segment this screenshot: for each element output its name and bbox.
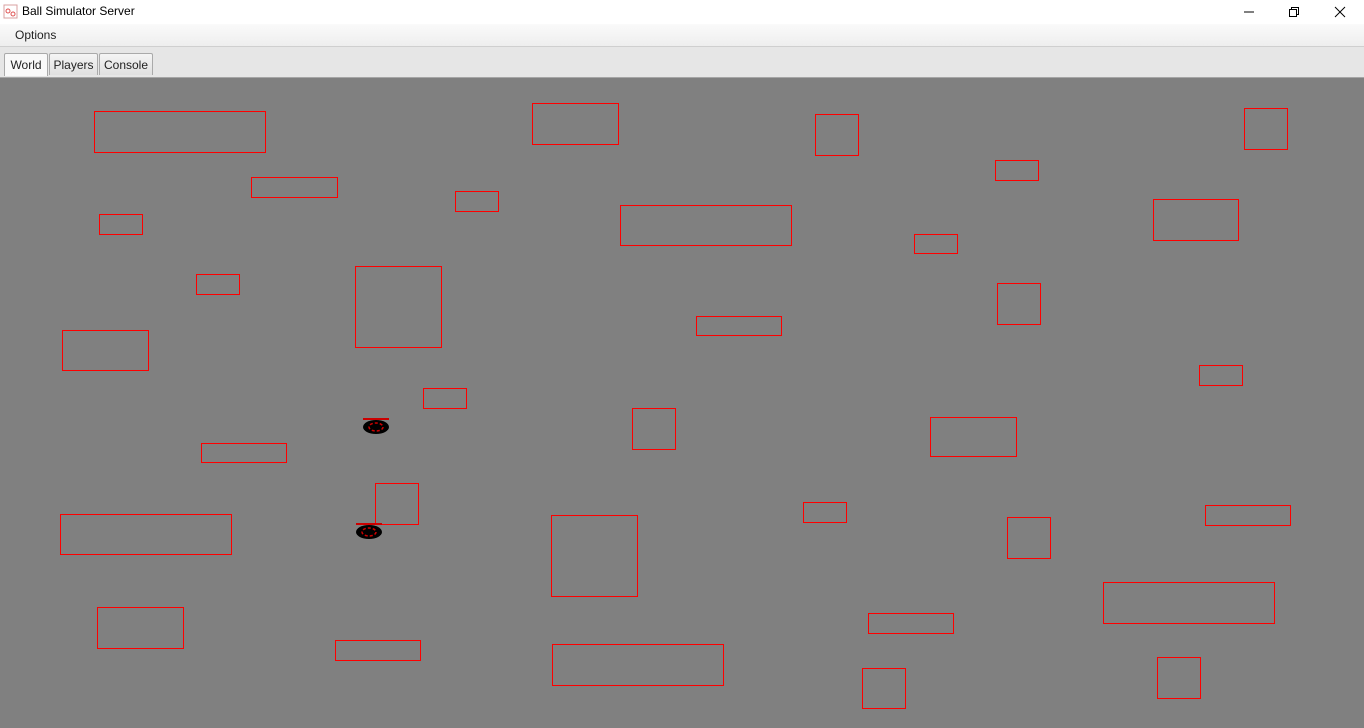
obstacle-rect [1157, 657, 1201, 699]
obstacle-rect [862, 668, 906, 709]
obstacle-rect [1103, 582, 1275, 624]
window-title: Ball Simulator Server [22, 4, 135, 18]
obstacle-rect [632, 408, 676, 450]
obstacle-rect [97, 607, 184, 649]
obstacle-rect [1153, 199, 1239, 241]
obstacle-rect [196, 274, 240, 295]
obstacle-rect [62, 330, 149, 371]
player-ball [363, 418, 389, 434]
obstacle-rect [815, 114, 859, 156]
obstacle-rect [1199, 365, 1243, 386]
tab-console[interactable]: Console [99, 53, 153, 75]
player-ball [356, 523, 382, 539]
obstacle-rect [552, 644, 724, 686]
world-drawing [60, 103, 1291, 709]
maximize-button[interactable] [1271, 0, 1317, 24]
world-canvas[interactable] [0, 78, 1364, 728]
obstacle-rect [696, 316, 782, 336]
obstacle-rect [355, 266, 442, 348]
tab-players[interactable]: Players [49, 53, 98, 75]
title-bar: Ball Simulator Server [0, 0, 1364, 24]
obstacle-rect [551, 515, 638, 597]
obstacle-rect [868, 613, 954, 634]
obstacle-rect [1244, 108, 1288, 150]
obstacle-rect [99, 214, 143, 235]
close-icon [1334, 6, 1346, 18]
obstacle-rect [995, 160, 1039, 181]
obstacle-rect [914, 234, 958, 254]
obstacle-rect [60, 514, 232, 555]
menu-options[interactable]: Options [9, 24, 62, 46]
obstacle-rect [335, 640, 421, 661]
obstacle-rect [94, 111, 266, 153]
obstacle-rect [532, 103, 619, 145]
tab-world[interactable]: World [4, 53, 48, 76]
obstacle-rect [201, 443, 287, 463]
close-button[interactable] [1317, 0, 1363, 24]
obstacle-rect [997, 283, 1041, 325]
obstacle-rect [930, 417, 1017, 457]
obstacle-rect [375, 483, 419, 525]
minimize-button[interactable] [1226, 0, 1272, 24]
tab-strip: World Players Console [0, 47, 1364, 78]
obstacle-rect [423, 388, 467, 409]
obstacle-rect [1007, 517, 1051, 559]
menu-bar: Options [0, 24, 1364, 47]
obstacle-rect [620, 205, 792, 246]
obstacle-rect [251, 177, 338, 198]
obstacle-rect [1205, 505, 1291, 526]
app-icon [3, 4, 18, 19]
minimize-icon [1244, 11, 1254, 13]
obstacle-rect [455, 191, 499, 212]
obstacle-rect [803, 502, 847, 523]
restore-icon [1289, 7, 1299, 17]
